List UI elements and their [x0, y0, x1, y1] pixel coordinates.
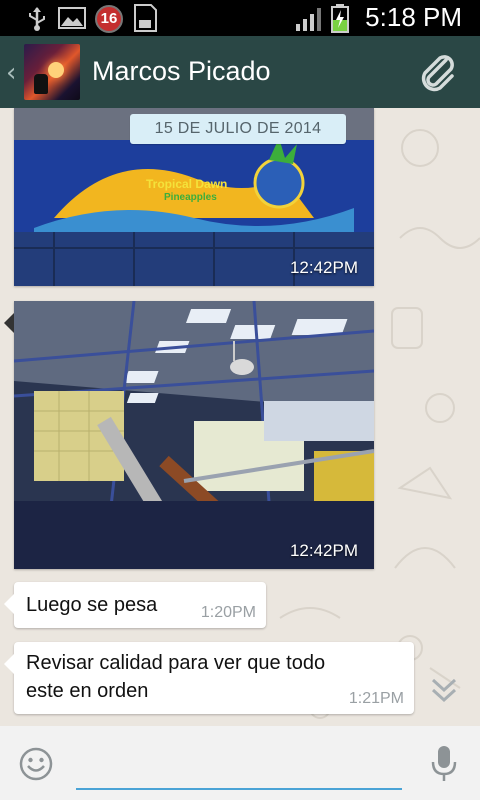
- message-time: 1:20PM: [200, 604, 256, 621]
- bubble-tail: [4, 313, 14, 333]
- incoming-message[interactable]: Luego se pesa 1:20PM: [4, 582, 266, 628]
- signal-icon: [296, 8, 321, 31]
- smiley-icon[interactable]: [18, 746, 54, 782]
- message-time: 12:42PM: [289, 258, 358, 277]
- chevron-left-icon[interactable]: ‹: [6, 58, 16, 88]
- image-photo-warehouse[interactable]: [14, 301, 374, 569]
- message-time: 12:42PM: [289, 541, 358, 560]
- battery-charging-icon: [331, 4, 349, 33]
- compose-bar: [0, 726, 480, 800]
- chat-area[interactable]: Tropical Dawn Pineapples 12:42PM 15 DE J…: [0, 108, 480, 726]
- status-bar: 16 5:18 PM: [0, 0, 480, 36]
- scroll-to-bottom-icon[interactable]: [428, 674, 460, 710]
- chat-header: ‹ Marcos Picado: [0, 36, 480, 108]
- microphone-icon[interactable]: [430, 744, 458, 784]
- notification-count: 16: [100, 10, 118, 27]
- usb-icon: [29, 7, 45, 31]
- message-text-line-2: este en orden: [26, 680, 149, 702]
- avatar[interactable]: [24, 44, 80, 100]
- clock: 5:18 PM: [365, 2, 462, 32]
- message-text-line-1: Revisar calidad para ver que todo: [26, 652, 326, 674]
- message-input[interactable]: [76, 744, 402, 790]
- date-separator: 15 DE JULIO DE 2014: [130, 114, 346, 144]
- image-message[interactable]: 12:42PM: [4, 301, 374, 569]
- incoming-message[interactable]: Revisar calidad para ver que todo este e…: [4, 642, 414, 714]
- message-text: Luego se pesa: [26, 594, 158, 616]
- bubble-tail: [4, 594, 14, 614]
- contact-name[interactable]: Marcos Picado: [92, 56, 271, 87]
- box-brand-subtext: Pineapples: [164, 192, 217, 203]
- sd-card-icon: [134, 4, 157, 32]
- message-time: 1:21PM: [348, 690, 404, 707]
- bubble-tail: [4, 654, 14, 674]
- paperclip-icon[interactable]: [416, 50, 460, 94]
- image-notification-icon: [58, 7, 86, 29]
- box-brand-text: Tropical Dawn: [146, 177, 227, 191]
